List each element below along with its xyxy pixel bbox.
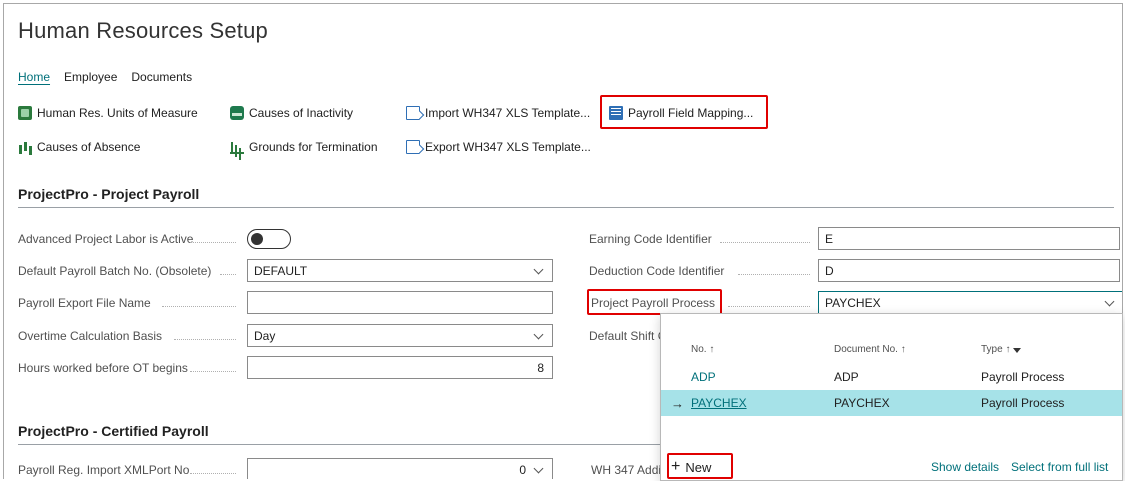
section-divider [18,444,663,445]
leader-dots [190,473,236,474]
tab-documents[interactable]: Documents [131,70,192,84]
lookup-header-no[interactable]: No. ↑ [691,344,714,355]
causes-of-absence-action[interactable]: Causes of Absence [18,136,140,158]
leader-dots [728,306,810,307]
export-template-label: Export WH347 XLS Template... [425,140,591,154]
tab-employee[interactable]: Employee [64,70,117,84]
tab-home[interactable]: Home [18,70,50,84]
export-file-label: Payroll Export File Name [18,296,151,310]
advanced-labor-toggle[interactable] [247,229,291,249]
import-document-icon [406,106,420,120]
lookup-row-paychex[interactable]: → PAYCHEX PAYCHEX Payroll Process [661,390,1122,416]
default-shift-label: Default Shift C [589,329,667,343]
grounds-for-termination-label: Grounds for Termination [249,140,378,154]
filter-icon [1013,348,1022,353]
payroll-process-label: Project Payroll Process [591,296,716,310]
lookup-header-type-label: Type ↑ [981,344,1011,355]
causes-of-inactivity-label: Causes of Inactivity [249,106,354,120]
export-template-action[interactable]: Export WH347 XLS Template... [406,136,591,158]
lookup-cell-type: Payroll Process [981,370,1065,384]
leader-dots [190,242,236,243]
page-title: Human Resources Setup [18,18,268,43]
project-payroll-section-title[interactable]: ProjectPro - Project Payroll [18,186,199,202]
earning-code-input[interactable]: E [818,227,1120,250]
leader-dots [162,306,236,307]
lookup-cell-document-no: PAYCHEX [834,396,890,410]
units-of-measure-label: Human Res. Units of Measure [37,106,198,120]
certified-payroll-section-title[interactable]: ProjectPro - Certified Payroll [18,423,209,439]
payroll-process-lookup: No. ↑ Document No. ↑ Type ↑ ADP ADP Payr… [660,313,1123,481]
new-button-label: New [685,459,712,475]
hours-before-ot-input[interactable]: 8 [247,356,553,379]
lookup-row-adp[interactable]: ADP ADP Payroll Process [661,364,1122,390]
absence-icon [18,140,32,154]
leader-dots [174,339,236,340]
new-button[interactable]: + New [671,459,711,475]
export-file-input[interactable] [247,291,553,314]
causes-of-absence-label: Causes of Absence [37,140,141,154]
select-full-list-link[interactable]: Select from full list [1011,460,1108,474]
lookup-header-document-no[interactable]: Document No. ↑ [834,344,906,355]
payroll-field-mapping-label: Payroll Field Mapping... [628,106,754,120]
action-tabs: Home Employee Documents [18,70,192,84]
export-document-icon [406,140,420,154]
advanced-labor-label: Advanced Project Labor is Active [18,232,194,246]
lookup-header-type[interactable]: Type ↑ [981,344,1022,355]
section-divider [18,207,1114,208]
xmlport-label: Payroll Reg. Import XMLPort No [18,463,190,477]
inactivity-icon [230,106,244,120]
overtime-basis-select[interactable]: Day [247,324,553,347]
leader-dots [738,274,810,275]
arrow-right-icon: → [671,395,684,411]
deduction-code-input[interactable]: D [818,259,1120,282]
lookup-cell-type: Payroll Process [981,396,1065,410]
plus-icon: + [671,458,681,475]
xmlport-select[interactable]: 0 [247,458,553,479]
units-of-measure-action[interactable]: Human Res. Units of Measure [18,102,198,124]
causes-of-inactivity-action[interactable]: Causes of Inactivity [230,102,353,124]
deduction-code-label: Deduction Code Identifier [589,264,725,278]
units-icon [18,106,32,120]
leader-dots [220,274,236,275]
batch-no-label: Default Payroll Batch No. (Obsolete) [18,264,212,278]
wh347-label: WH 347 Addi [591,463,662,477]
batch-no-select[interactable]: DEFAULT [247,259,553,282]
import-template-action[interactable]: Import WH347 XLS Template... [406,102,590,124]
field-mapping-icon [609,106,623,120]
lookup-cell-no[interactable]: PAYCHEX [691,396,747,410]
leader-dots [720,242,810,243]
lookup-cell-document-no: ADP [834,370,859,384]
lookup-cell-no[interactable]: ADP [691,370,716,384]
grounds-for-termination-action[interactable]: Grounds for Termination [230,136,378,158]
termination-icon [230,140,244,154]
payroll-process-select[interactable]: PAYCHEX [818,291,1122,314]
import-template-label: Import WH347 XLS Template... [425,106,591,120]
earning-code-label: Earning Code Identifier [589,232,712,246]
leader-dots [190,371,236,372]
payroll-field-mapping-action[interactable]: Payroll Field Mapping... [609,102,753,124]
hours-before-ot-label: Hours worked before OT begins [18,361,188,375]
overtime-basis-label: Overtime Calculation Basis [18,329,163,343]
show-details-link[interactable]: Show details [931,460,999,474]
